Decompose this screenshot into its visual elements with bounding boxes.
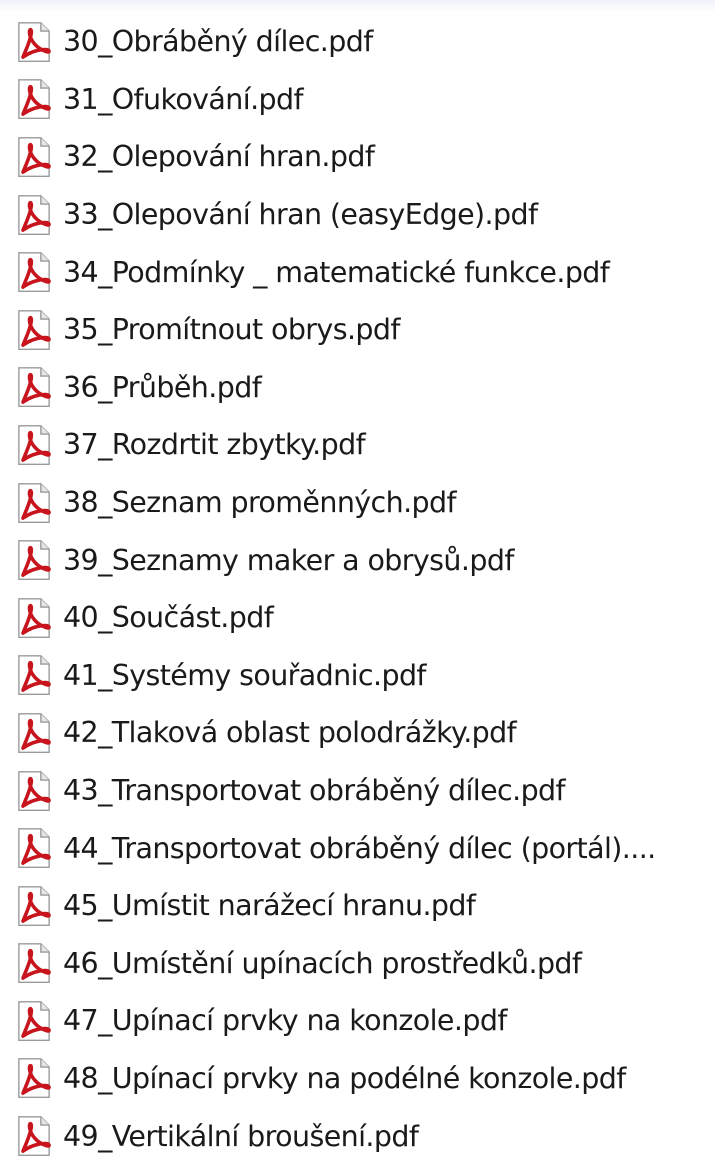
list-item[interactable]: 44_Transportovat obráběný dílec (portál)… xyxy=(0,819,715,877)
pdf-file-icon xyxy=(18,79,51,120)
list-item[interactable]: 42_Tlaková oblast polodrážky.pdf xyxy=(0,704,715,762)
file-name: 42_Tlaková oblast polodrážky.pdf xyxy=(63,716,517,750)
file-name: 40_Součást.pdf xyxy=(63,601,274,635)
file-name: 30_Obráběný dílec.pdf xyxy=(63,25,373,59)
pdf-file-icon xyxy=(18,137,51,177)
list-item[interactable]: 32_Olepování hran.pdf xyxy=(0,128,715,186)
pdf-file-icon xyxy=(18,1000,51,1041)
file-name: 39_Seznamy maker a obrysů.pdf xyxy=(63,543,514,577)
top-edge-strip xyxy=(0,0,715,12)
pdf-file-icon xyxy=(18,1058,51,1099)
pdf-file-icon xyxy=(18,252,51,293)
list-item[interactable]: 48_Upínací prvky na podélné konzole.pdf xyxy=(0,1050,715,1108)
pdf-file-icon xyxy=(18,540,51,581)
file-name: 31_Ofukování.pdf xyxy=(63,82,304,116)
pdf-file-icon xyxy=(18,1116,51,1157)
list-item[interactable]: 33_Olepování hran (easyEdge).pdf xyxy=(0,186,715,244)
file-name: 36_Průběh.pdf xyxy=(63,370,262,404)
list-item[interactable]: 40_Součást.pdf xyxy=(0,589,715,647)
file-name: 43_Transportovat obráběný dílec.pdf xyxy=(63,774,566,808)
list-item[interactable]: 47_Upínací prvky na konzole.pdf xyxy=(0,992,715,1050)
file-name: 47_Upínací prvky na konzole.pdf xyxy=(63,1004,507,1038)
list-item[interactable]: 38_Seznam proměnných.pdf xyxy=(0,474,715,532)
file-name: 32_Olepování hran.pdf xyxy=(63,140,375,174)
file-list: 30_Obráběný dílec.pdf 31_Ofukování.pdf 3… xyxy=(0,13,715,1165)
pdf-file-icon xyxy=(18,885,51,926)
list-item[interactable]: 43_Transportovat obráběný dílec.pdf xyxy=(0,762,715,820)
list-item[interactable]: 41_Systémy souřadnic.pdf xyxy=(0,647,715,705)
pdf-file-icon xyxy=(18,828,51,869)
pdf-file-icon xyxy=(18,770,51,811)
pdf-file-icon xyxy=(18,21,51,62)
pdf-file-icon xyxy=(18,943,51,984)
file-name: 45_Umístit narážecí hranu.pdf xyxy=(63,889,476,923)
pdf-file-icon xyxy=(18,425,51,465)
list-item[interactable]: 31_Ofukování.pdf xyxy=(0,71,715,129)
list-item[interactable]: 34_Podmínky _ matematické funkce.pdf xyxy=(0,243,715,301)
file-name: 35_Promítnout obrys.pdf xyxy=(63,313,400,347)
list-item[interactable]: 35_Promítnout obrys.pdf xyxy=(0,301,715,359)
list-item[interactable]: 30_Obráběný dílec.pdf xyxy=(0,13,715,71)
list-item[interactable]: 37_Rozdrtit zbytky.pdf xyxy=(0,416,715,474)
pdf-file-icon xyxy=(18,309,51,350)
file-name: 46_Umístění upínacích prostředků.pdf xyxy=(63,946,582,980)
file-name: 49_Vertikální broušení.pdf xyxy=(63,1119,419,1153)
pdf-file-icon xyxy=(18,482,51,523)
file-name: 37_Rozdrtit zbytky.pdf xyxy=(63,428,366,462)
file-name: 44_Transportovat obráběný dílec (portál)… xyxy=(63,831,656,865)
file-name: 34_Podmínky _ matematické funkce.pdf xyxy=(63,255,610,289)
list-item[interactable]: 45_Umístit narážecí hranu.pdf xyxy=(0,877,715,935)
list-item[interactable]: 46_Umístění upínacích prostředků.pdf xyxy=(0,935,715,993)
file-name: 33_Olepování hran (easyEdge).pdf xyxy=(63,198,538,232)
file-name: 38_Seznam proměnných.pdf xyxy=(63,486,457,520)
pdf-file-icon xyxy=(18,597,51,638)
pdf-file-icon xyxy=(18,655,51,696)
list-item[interactable]: 49_Vertikální broušení.pdf xyxy=(0,1107,715,1165)
pdf-file-icon xyxy=(18,712,51,753)
list-item[interactable]: 39_Seznamy maker a obrysů.pdf xyxy=(0,531,715,589)
pdf-file-icon xyxy=(18,367,51,408)
list-item[interactable]: 36_Průběh.pdf xyxy=(0,359,715,417)
file-name: 41_Systémy souřadnic.pdf xyxy=(63,658,426,692)
pdf-file-icon xyxy=(18,194,51,235)
file-name: 48_Upínací prvky na podélné konzole.pdf xyxy=(63,1061,626,1095)
